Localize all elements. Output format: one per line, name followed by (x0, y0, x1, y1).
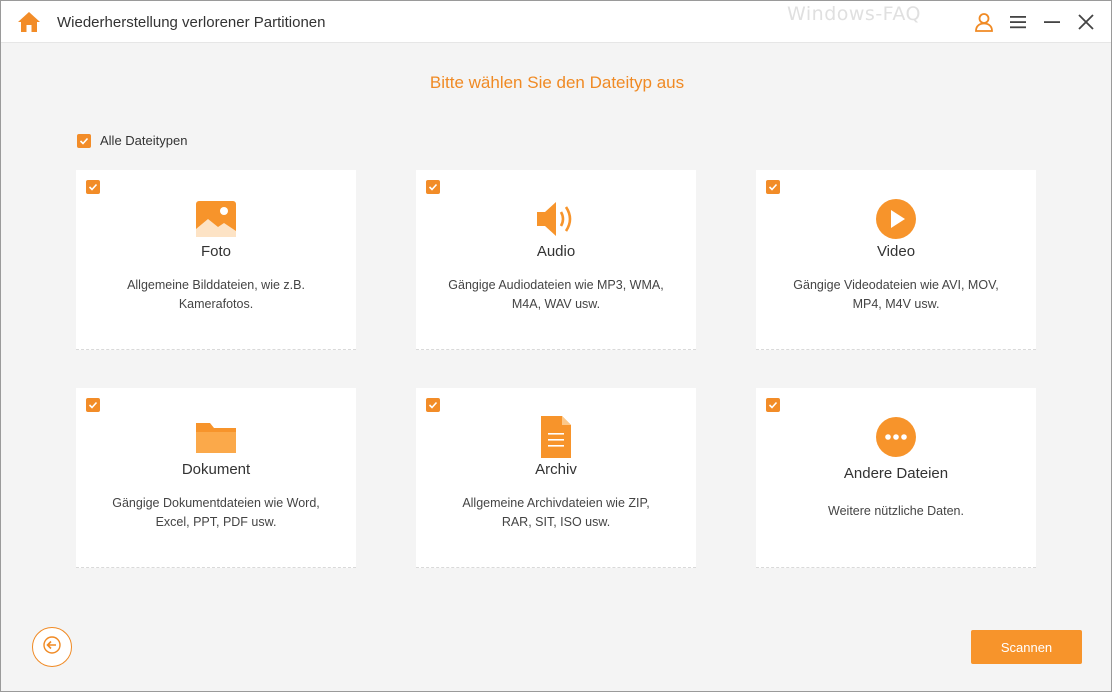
all-types-label: Alle Dateitypen (100, 133, 188, 148)
minimize-icon[interactable] (1041, 11, 1063, 33)
checkbox-checked-icon[interactable] (426, 398, 440, 412)
app-window: Wiederherstellung verlorener Partitionen… (0, 0, 1112, 692)
card-description: Allgemeine Archivdateien wie ZIP, RAR, S… (462, 496, 650, 529)
card-video[interactable]: Video Gängige Videodateien wie AVI, MOV,… (756, 170, 1036, 350)
play-icon (874, 198, 918, 240)
window-title: Wiederherstellung verlorener Partitionen (57, 14, 326, 31)
card-name: Video (876, 243, 916, 260)
card-name: Dokument (181, 461, 251, 478)
card-description: Weitere nützliche Daten. (828, 504, 964, 518)
card-description: Allgemeine Bilddateien, wie z.B. Kameraf… (127, 278, 305, 311)
card-audio[interactable]: Audio Gängige Audiodateien wie MP3, WMA,… (416, 170, 696, 350)
checkbox-checked-icon[interactable] (766, 180, 780, 194)
more-icon (874, 416, 918, 458)
card-andere-dateien[interactable]: Andere Dateien Weitere nützliche Daten. (756, 388, 1036, 568)
card-description: Gängige Dokumentdateien wie Word, Excel,… (112, 496, 320, 529)
checkbox-checked-icon[interactable] (766, 398, 780, 412)
menu-icon[interactable] (1007, 11, 1029, 33)
card-archiv[interactable]: Archiv Allgemeine Archivdateien wie ZIP,… (416, 388, 696, 568)
checkbox-checked-icon[interactable] (426, 180, 440, 194)
card-description: Gängige Audiodateien wie MP3, WMA, M4A, … (448, 278, 664, 311)
close-icon[interactable] (1075, 11, 1097, 33)
card-name: Audio (536, 243, 576, 260)
folder-icon (194, 416, 238, 458)
all-types-checkbox[interactable]: Alle Dateitypen (77, 133, 187, 148)
checkbox-checked-icon[interactable] (86, 180, 100, 194)
page-heading: Bitte wählen Sie den Dateityp aus (429, 73, 685, 92)
card-dokument[interactable]: Dokument Gängige Dokumentdateien wie Wor… (76, 388, 356, 568)
archive-file-icon (534, 416, 578, 458)
user-icon[interactable] (973, 11, 995, 33)
back-button[interactable] (32, 627, 72, 667)
card-name: Andere Dateien (843, 465, 949, 482)
watermark: Windows-FAQ (787, 3, 921, 25)
card-foto[interactable]: Foto Allgemeine Bilddateien, wie z.B. Ka… (76, 170, 356, 350)
title-bar: Wiederherstellung verlorener Partitionen… (1, 1, 1111, 43)
photo-icon (194, 198, 238, 240)
speaker-icon (534, 198, 578, 240)
card-name: Foto (200, 243, 231, 260)
arrow-left-icon (43, 635, 61, 659)
home-icon[interactable] (17, 11, 41, 33)
card-name: Archiv (535, 461, 577, 478)
card-description: Gängige Videodateien wie AVI, MOV, MP4, … (793, 278, 999, 311)
checkbox-checked-icon[interactable] (86, 398, 100, 412)
checkbox-checked-icon[interactable] (77, 133, 91, 148)
scan-button[interactable]: Scannen (971, 630, 1082, 664)
